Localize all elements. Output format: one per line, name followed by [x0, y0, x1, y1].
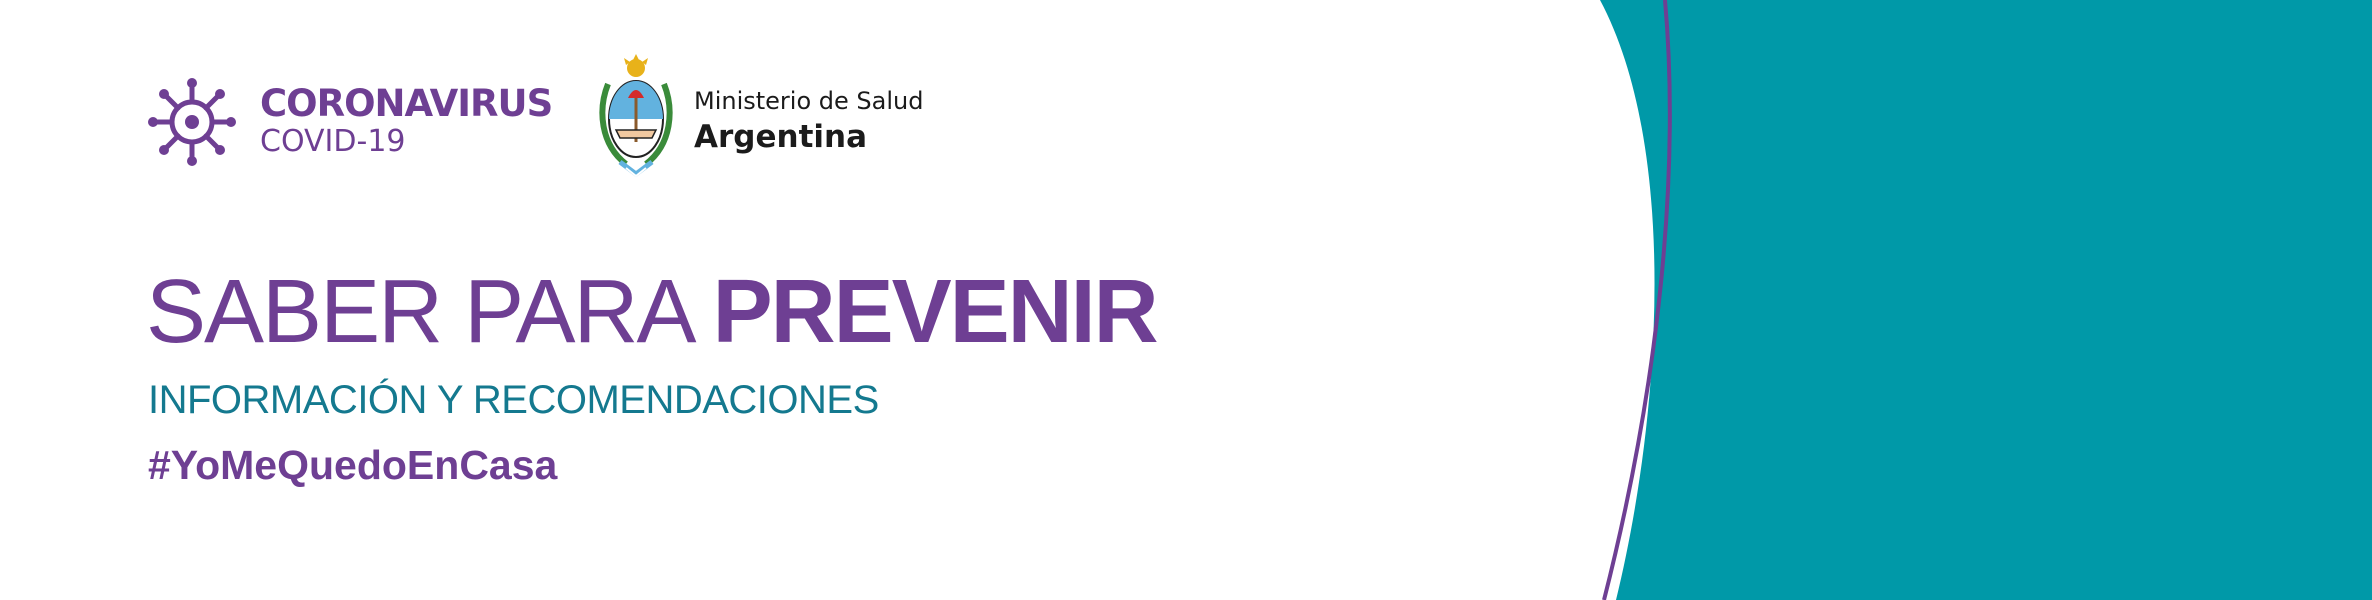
ministry-country: Argentina — [694, 119, 867, 155]
logo-subtitle: COVID-19 — [260, 124, 406, 159]
headline: SABER PARA PREVENIR — [146, 262, 1159, 362]
coronavirus-logo: CORONAVIRUS COVID-19 — [146, 76, 553, 168]
coat-of-arms-icon — [599, 54, 673, 178]
headline-part1: SABER PARA — [146, 262, 713, 362]
hashtag: #YoMeQuedoEnCasa — [148, 442, 558, 488]
covid-banner: CORONAVIRUS COVID-19 Ministerio de Salud… — [0, 0, 2372, 600]
virus-icon — [148, 78, 236, 166]
headline-part2: PREVENIR — [712, 262, 1159, 362]
ministry-name: Ministerio de Salud — [694, 87, 924, 115]
subheadline: INFORMACIÓN Y RECOMENDACIONES — [148, 378, 879, 422]
logo-title: CORONAVIRUS — [260, 82, 553, 125]
ministry-logo: Ministerio de Salud Argentina — [596, 54, 926, 180]
